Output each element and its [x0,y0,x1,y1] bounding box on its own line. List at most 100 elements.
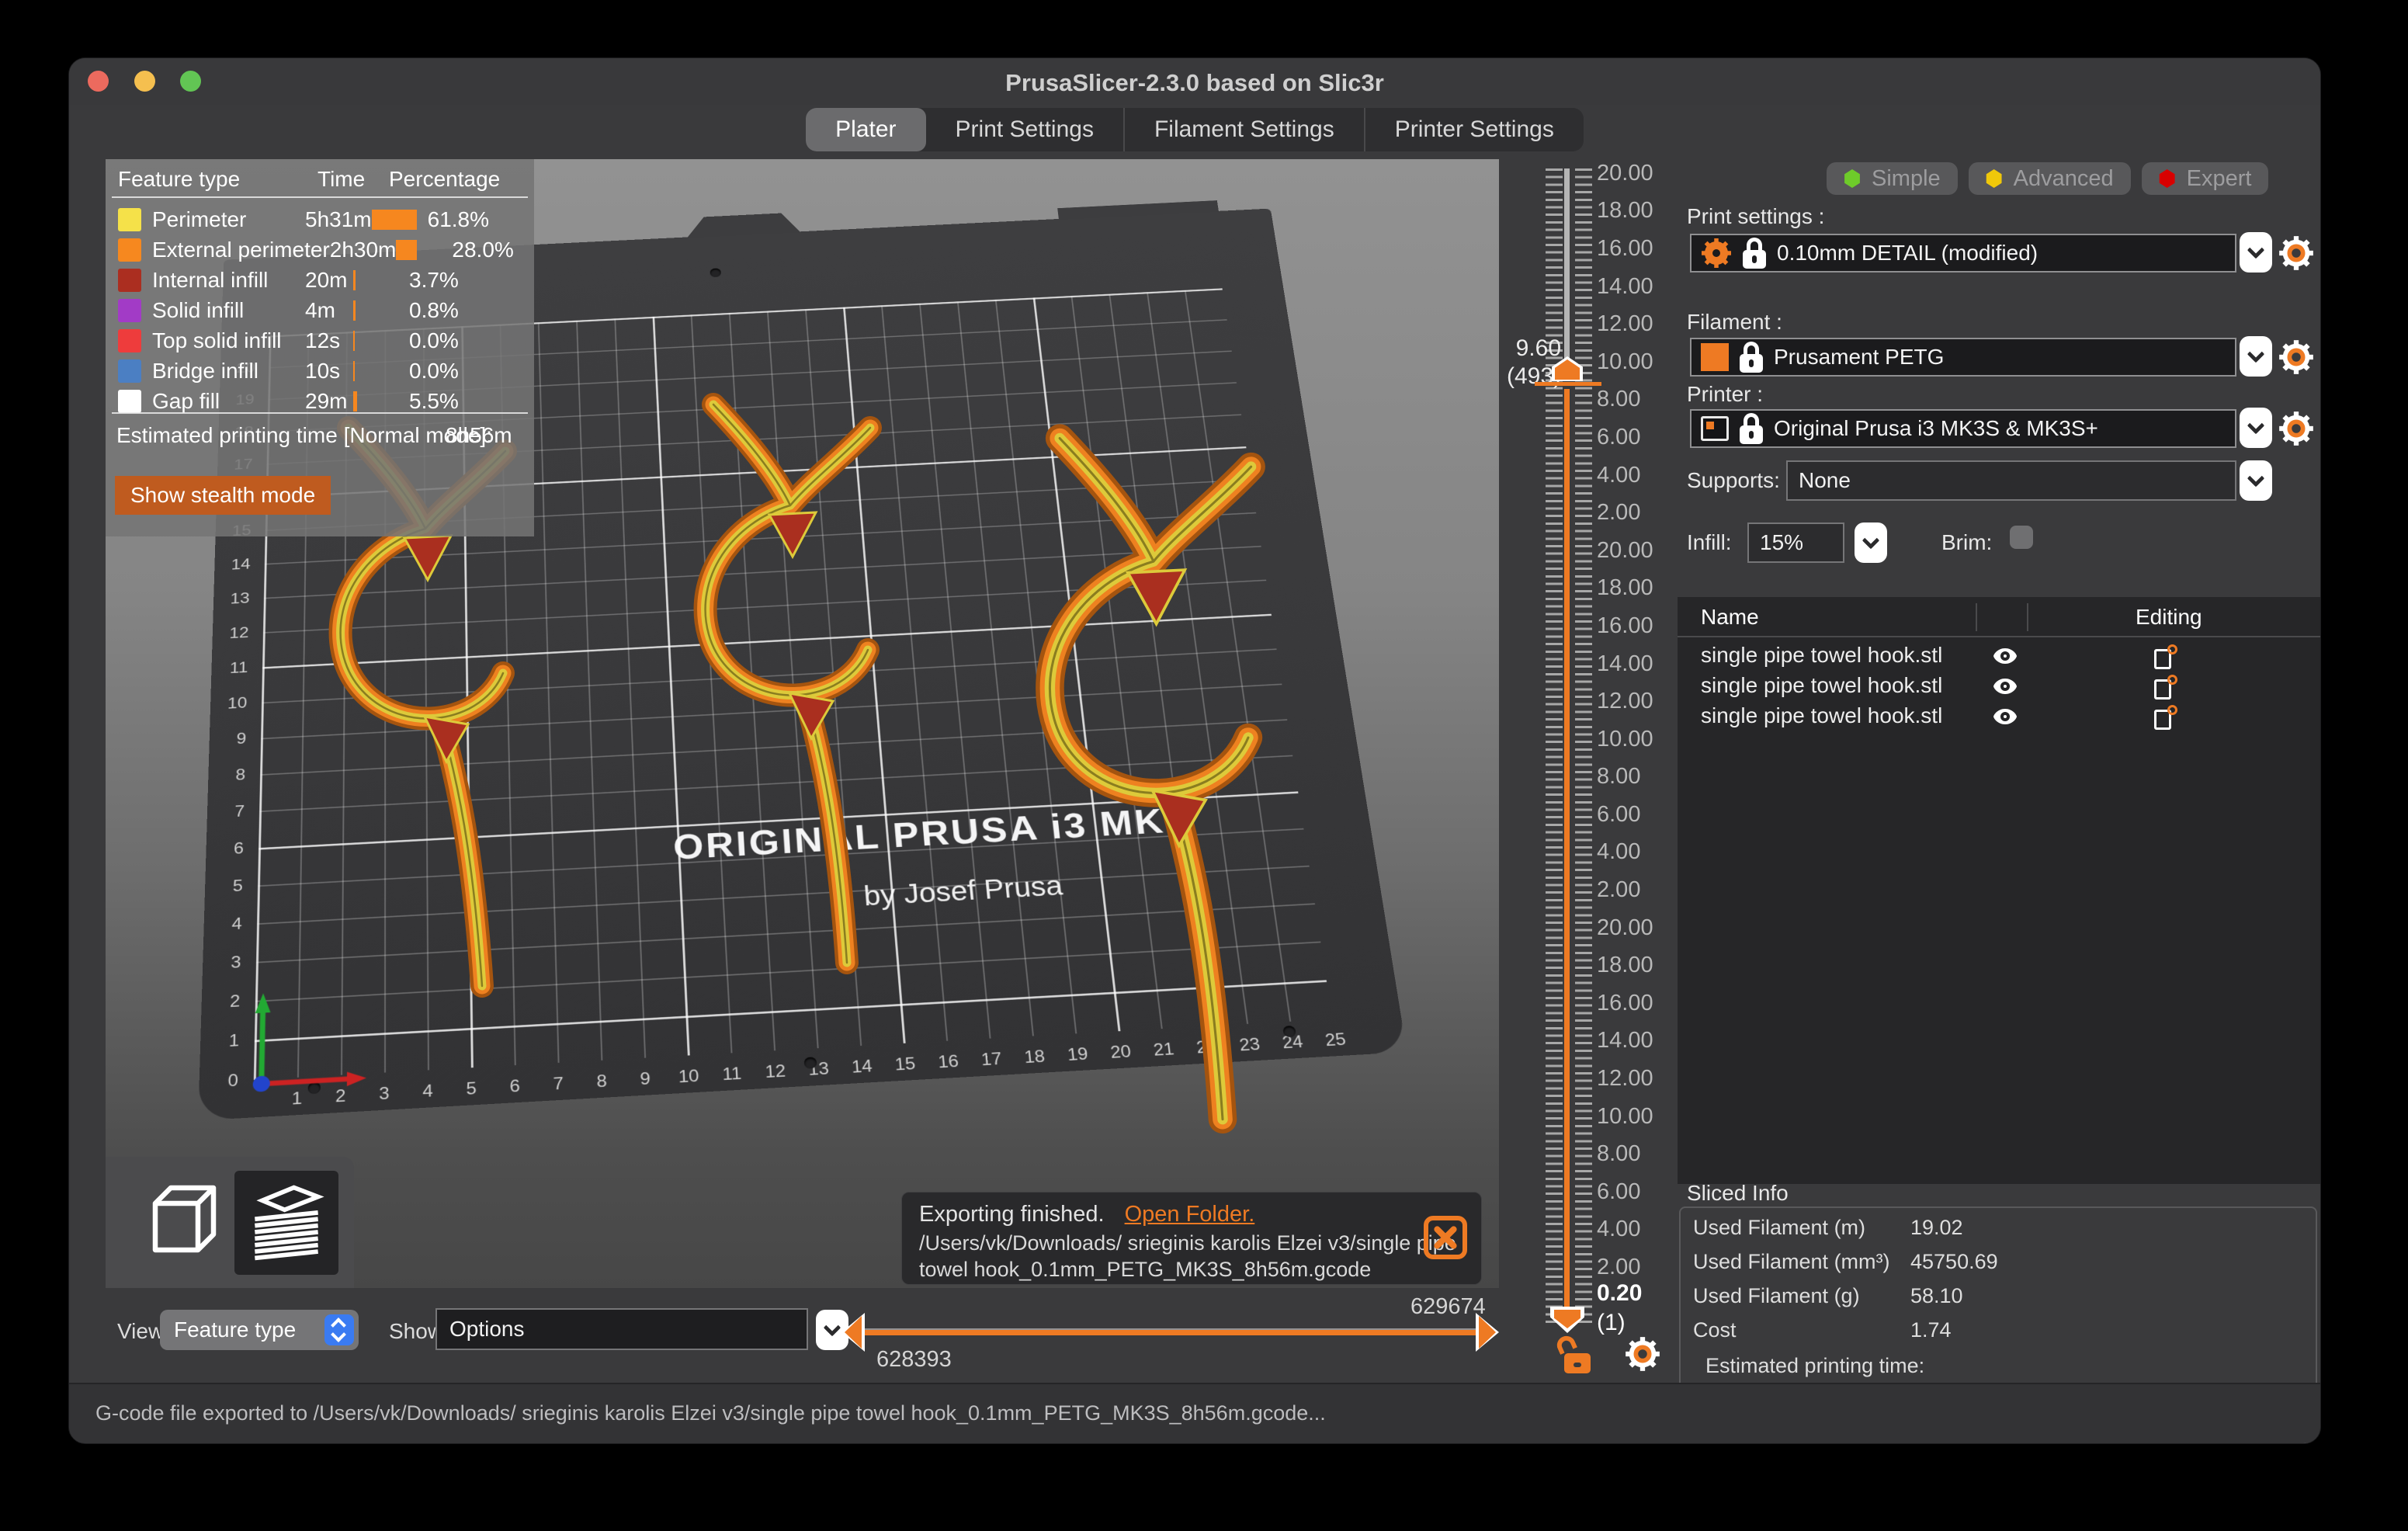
filament-dropdown-button[interactable] [2240,336,2272,377]
status-message: G-code file exported to /Users/vk/Downlo… [95,1401,1326,1425]
open-folder-link[interactable]: Open Folder. [1125,1202,1255,1227]
layer-slider-track-upper[interactable] [1564,168,1570,367]
feature-time: 4m [305,297,335,322]
supports-dropdown-button[interactable] [2240,460,2272,501]
feature-time: 29m [305,388,348,413]
mode-label: Advanced [2013,165,2114,191]
show-select[interactable]: Options [435,1308,808,1350]
printer-bed-icon [1701,416,1729,441]
mode-dot-icon [1844,169,1860,188]
close-notification-button[interactable] [1424,1216,1467,1259]
gcode-preview-viewport[interactable]: 1234567891011121314151617181920212223242… [106,159,1499,1288]
object-row[interactable]: single pipe towel hook.stl [1678,671,2320,701]
visibility-eye-icon[interactable] [1993,647,2018,665]
sliced-info-row: Used Filament (g) 58.10 [1681,1284,2316,1311]
edit-object-icon[interactable] [2154,675,2177,700]
feature-time: 5h31m [305,207,372,231]
towel-hook-object-2 [706,404,870,963]
editor-view-button[interactable] [123,1171,227,1275]
move-slider-min-value: 628393 [876,1347,952,1372]
feature-percentage-bar [353,300,356,321]
feature-percentage-bar [396,239,417,260]
view-select[interactable]: Feature type [160,1310,359,1350]
tab-printer-settings[interactable]: Printer Settings [1363,108,1584,151]
bottom-layer-number: (1) [1597,1310,1626,1335]
right-sidebar: Simple Advanced Expert Print settings : … [1678,159,2320,1443]
mode-dot-icon [1986,169,2002,188]
app-window: PrusaSlicer-2.3.0 based on Slic3r Plater… [68,57,2321,1444]
visibility-eye-icon[interactable] [1993,677,2018,696]
mode-pill[interactable]: Simple [1827,162,1958,195]
print-settings-dropdown-button[interactable] [2240,232,2272,273]
object-list: Name Editing single pipe towel hook.stl … [1678,597,2320,1184]
chevron-down-icon [1862,531,1880,550]
print-settings-edit-gear-button[interactable] [2278,235,2314,271]
legend-row[interactable]: Top solid infill 12s 0.0% [106,325,534,356]
object-name: single pipe towel hook.stl [1701,643,1943,667]
feature-percentage-bar [371,209,417,230]
legend-row[interactable]: Perimeter 5h31m 61.8% [106,204,534,234]
printer-edit-gear-button[interactable] [2278,411,2314,446]
edit-object-icon[interactable] [2154,705,2177,730]
infill-dropdown-button[interactable] [1855,522,1887,563]
feature-percentage: 0.8% [409,297,459,322]
layer-ruler-ticks-right [1575,168,1592,1327]
mode-pill[interactable]: Advanced [1968,162,2131,195]
print-settings-combo[interactable]: 0.10mm DETAIL (modified) [1690,234,2236,273]
feature-time: 10s [305,358,341,383]
legend-row[interactable]: Internal infill 20m 3.7% [106,265,534,295]
sliced-info-label: Used Filament (g) [1693,1284,1860,1307]
sliced-info-value: 1.74 [1910,1318,1952,1342]
feature-time: 12s [305,328,341,352]
column-divider [1976,603,1977,631]
layer-slider-track-lower[interactable] [1564,389,1570,1317]
brim-label: Brim: [1941,530,1993,554]
print-settings-label: Print settings : [1687,204,1825,228]
sliced-info-panel: Used Filament (m) 19.02 Used Filament (m… [1679,1206,2317,1429]
visibility-eye-icon[interactable] [1993,707,2018,726]
chevron-down-icon [2247,416,2265,435]
view-mode-switcher [106,1157,354,1288]
layer-scale-labels: 20.00 18.00 16.00 14.00 12.00 10.00 8.00 6.00 4.… [1597,160,1653,1280]
move-slider-right-thumb[interactable] [1476,1313,1499,1352]
show-dropdown-button[interactable] [816,1310,848,1350]
legend-row[interactable]: External perimeter 2h30m 28.0% [106,234,534,265]
legend-row[interactable]: Bridge infill 10s 0.0% [106,356,534,386]
printer-label: Printer : [1687,382,1764,406]
infill-select[interactable]: 15% [1747,522,1844,563]
edit-object-icon[interactable] [2154,644,2177,669]
notification-path-line1: /Users/vk/Downloads/ srieginis karolis E… [919,1231,1456,1255]
tab-print-settings[interactable]: Print Settings [926,108,1123,151]
mode-pill[interactable]: Expert [2141,162,2269,195]
feature-label: Perimeter [152,207,247,231]
tab-filament-settings[interactable]: Filament Settings [1122,108,1364,151]
preview-view-button[interactable] [234,1170,338,1275]
sliced-info-label: Used Filament (m) [1693,1216,1866,1239]
brim-checkbox[interactable] [2010,526,2033,549]
unlock-icon[interactable] [1553,1332,1594,1373]
legend-header-percentage: Percentage [389,167,501,191]
layer-slider[interactable]: 20.00 18.00 16.00 14.00 12.00 10.00 8.00 6.00 4.… [1507,161,1670,1443]
printer-combo[interactable]: Original Prusa i3 MK3S & MK3S+ [1690,409,2236,448]
estimated-printing-time-title: Estimated printing time: [1705,1354,1925,1377]
show-stealth-mode-button[interactable]: Show stealth mode [115,476,331,515]
layer-slider-lower-thumb[interactable] [1550,1307,1584,1333]
feature-percentage: 61.8% [427,207,490,231]
feature-time: 2h30m [329,237,397,262]
sliced-info-value: 45750.69 [1910,1250,1998,1273]
tab-plater[interactable]: Plater [806,108,926,151]
slider-settings-gear-icon[interactable] [1625,1336,1660,1372]
feature-percentage: 3.7% [409,267,459,292]
object-row[interactable]: single pipe towel hook.stl [1678,641,2320,671]
filament-combo[interactable]: Prusament PETG [1690,338,2236,377]
chevron-down-icon [2247,241,2265,259]
layer-slider-marker-line [1535,382,1601,386]
printer-dropdown-button[interactable] [2240,408,2272,448]
bottom-layer-height: 0.20 [1597,1280,1643,1306]
legend-row[interactable]: Solid infill 4m 0.8% [106,295,534,325]
supports-select[interactable]: None [1786,460,2236,501]
object-row[interactable]: single pipe towel hook.stl [1678,701,2320,731]
supports-label: Supports: [1687,468,1780,492]
move-slider-track[interactable] [859,1330,1480,1335]
filament-edit-gear-button[interactable] [2278,339,2314,375]
